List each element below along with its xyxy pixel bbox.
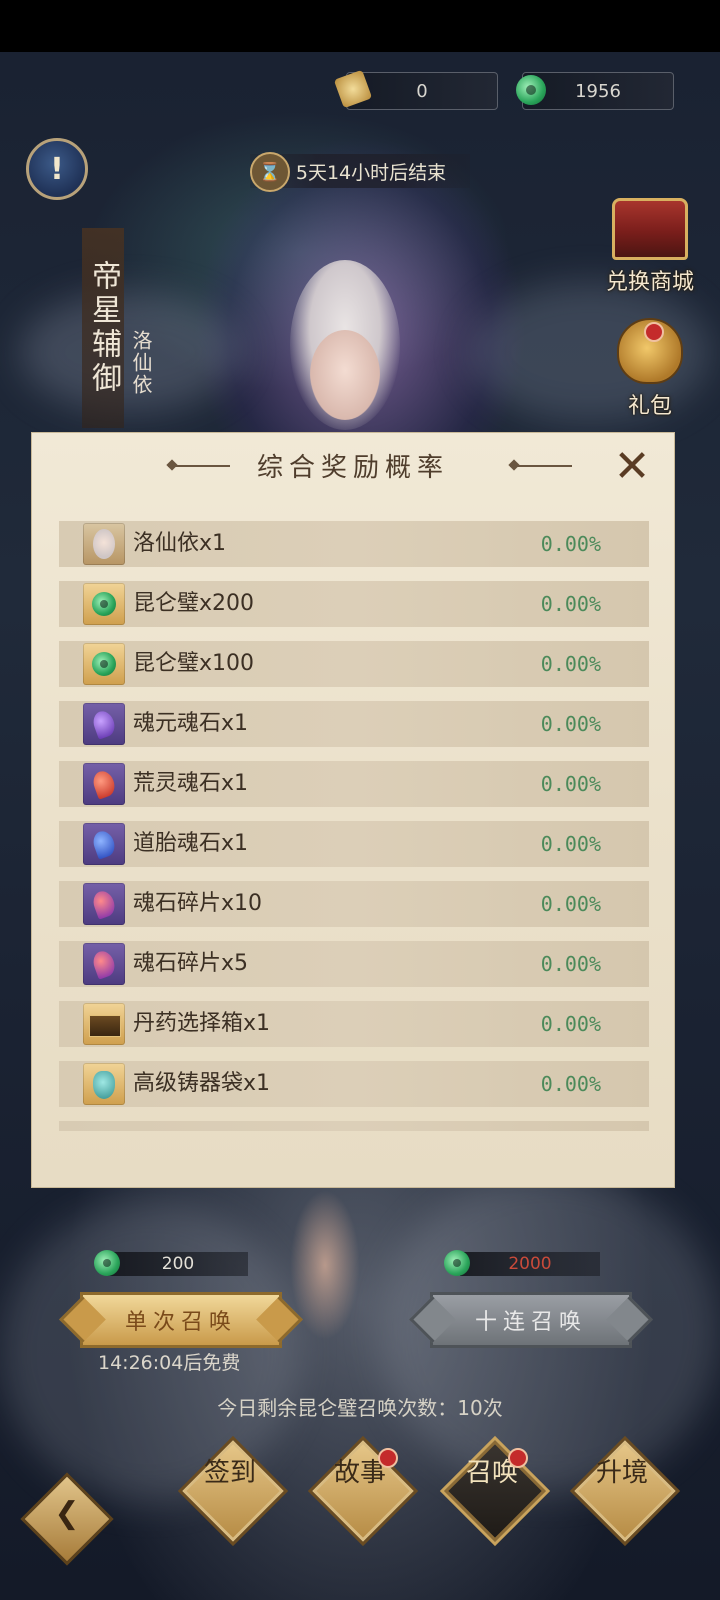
reward-list[interactable]: 洛仙依x1 0.00% 昆仑璧x200 0.00% 昆仑璧x100 0.00% … — [59, 521, 649, 1135]
pill-chest-icon — [83, 1003, 125, 1045]
reward-rate: 0.00% — [540, 532, 601, 556]
reward-rate: 0.00% — [540, 892, 601, 916]
ten-cost: 2000 — [460, 1252, 600, 1276]
reward-rate: 0.00% — [540, 952, 601, 976]
soulstone-shard-icon — [83, 943, 125, 985]
forging-bag-icon — [83, 1063, 125, 1105]
character-portrait — [310, 330, 380, 420]
single-summon-label: 单次召唤 — [124, 1310, 237, 1335]
remaining-summons: 今日剩余昆仑璧召唤次数：10次 — [217, 1396, 503, 1420]
exchange-shop-button[interactable]: 兑换商城 — [600, 198, 700, 296]
reward-probability-dialog: 综合奖励概率 ✕ 洛仙依x1 0.00% 昆仑璧x200 0.00% 昆仑璧x1… — [31, 432, 675, 1188]
story-badge — [378, 1448, 398, 1468]
reward-rate: 0.00% — [540, 712, 601, 736]
summon-badge — [508, 1448, 528, 1468]
single-summon-button[interactable]: 单次召唤 — [80, 1292, 282, 1348]
banner-title: 帝星辅御 — [82, 228, 124, 428]
hourglass-icon: ⌛ — [250, 152, 290, 192]
reward-name: 荒灵魂石x1 — [133, 771, 249, 796]
single-cost-value: 200 — [161, 1254, 195, 1274]
reward-name: 昆仑璧x100 — [133, 651, 255, 676]
reward-rate: 0.00% — [540, 1012, 601, 1036]
reward-row: 魂石碎片x5 0.00% — [59, 941, 649, 987]
reward-row-partial — [59, 1121, 649, 1131]
reward-row: 丹药选择箱x1 0.00% — [59, 1001, 649, 1047]
reward-rate: 0.00% — [540, 592, 601, 616]
jade-icon — [444, 1250, 470, 1276]
exchange-shop-label: 兑换商城 — [605, 270, 694, 295]
status-bar — [0, 0, 720, 52]
character-name: 洛仙依 — [129, 330, 153, 396]
exclamation-icon: ! — [50, 151, 64, 187]
gift-pack-label: 礼包 — [627, 394, 672, 419]
ten-cost-value: 2000 — [508, 1254, 552, 1274]
reward-name: 高级铸器袋x1 — [133, 1071, 271, 1096]
reward-row: 荒灵魂石x1 0.00% — [59, 761, 649, 807]
gift-pack-badge — [644, 322, 664, 342]
close-icon: ✕ — [613, 441, 651, 492]
ticket-count: 0 — [416, 80, 428, 102]
reward-rate: 0.00% — [540, 772, 601, 796]
reward-rate: 0.00% — [540, 1072, 601, 1096]
reward-row: 昆仑璧x200 0.00% — [59, 581, 649, 627]
character-portrait-icon — [83, 523, 125, 565]
reward-row: 昆仑璧x100 0.00% — [59, 641, 649, 687]
ten-summon-button[interactable]: 十连召唤 — [430, 1292, 632, 1348]
red-soulstone-icon — [83, 763, 125, 805]
ten-summon-label: 十连召唤 — [474, 1310, 587, 1335]
jade-count: 1956 — [575, 80, 621, 102]
back-arrow-icon: ❮ — [54, 1496, 80, 1531]
title-ornament-right — [510, 465, 572, 467]
reward-name: 魂石碎片x5 — [133, 951, 249, 976]
jade-icon — [94, 1250, 120, 1276]
reward-rate: 0.00% — [540, 652, 601, 676]
reward-row: 道胎魂石x1 0.00% — [59, 821, 649, 867]
jade-icon — [516, 75, 546, 105]
countdown-text: 5天14小时后结束 — [295, 161, 447, 184]
reward-row: 高级铸器袋x1 0.00% — [59, 1061, 649, 1107]
single-cost: 200 — [108, 1252, 248, 1276]
jade-icon — [83, 583, 125, 625]
reward-name: 道胎魂石x1 — [133, 831, 249, 856]
jade-icon — [83, 643, 125, 685]
close-button[interactable]: ✕ — [610, 445, 654, 489]
violet-soulstone-icon — [83, 703, 125, 745]
nav-ascend-label: 升境 — [595, 1458, 648, 1488]
treasure-chest-icon — [612, 198, 688, 260]
reward-name: 昆仑璧x200 — [133, 591, 255, 616]
soulstone-shard-icon — [83, 883, 125, 925]
reward-rate: 0.00% — [540, 832, 601, 856]
reward-name: 魂石碎片x10 — [133, 891, 263, 916]
blue-soulstone-icon — [83, 823, 125, 865]
reward-row: 洛仙依x1 0.00% — [59, 521, 649, 567]
info-button[interactable]: ! — [26, 138, 88, 200]
nav-signin-label: 签到 — [203, 1458, 256, 1488]
reward-row: 魂石碎片x10 0.00% — [59, 881, 649, 927]
dialog-title: 综合奖励概率 — [256, 453, 449, 483]
reward-name: 丹药选择箱x1 — [133, 1011, 271, 1036]
reward-name: 洛仙依x1 — [133, 531, 227, 556]
free-summon-timer: 14:26:04后免费 — [98, 1352, 241, 1374]
reward-name: 魂元魂石x1 — [133, 711, 249, 736]
reward-row: 魂元魂石x1 0.00% — [59, 701, 649, 747]
